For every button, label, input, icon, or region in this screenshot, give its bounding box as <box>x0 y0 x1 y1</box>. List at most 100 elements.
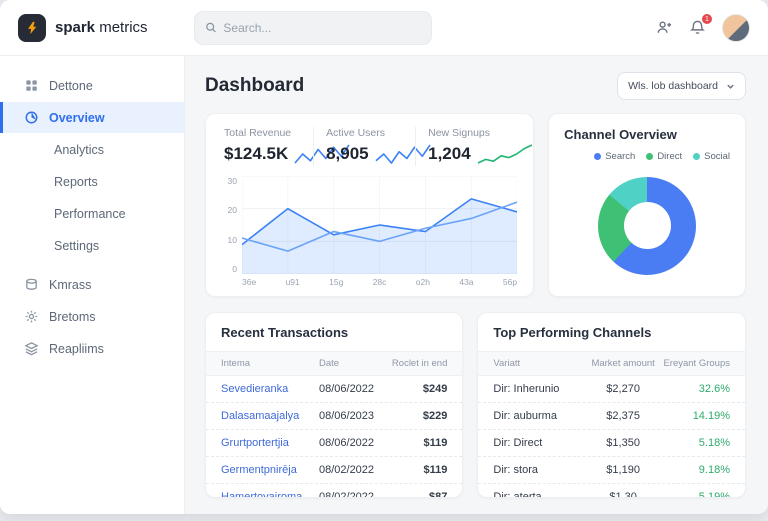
sidebar-item-overview[interactable]: Overview <box>0 102 184 133</box>
sidebar-item-reapliims[interactable]: Reapliims <box>0 333 184 364</box>
table-row: Dir: aterta $1.30 5.19% <box>478 484 745 498</box>
brand-name: spark metrics <box>55 19 148 36</box>
y-axis: 30 20 10 0 <box>222 176 242 288</box>
y-tick: 10 <box>227 234 237 245</box>
legend-dot <box>646 153 654 160</box>
transaction-amount: $249 <box>422 383 448 395</box>
notifications-button[interactable]: 1 <box>689 13 713 36</box>
channel-overview-card: Channel Overview Search Direct Social <box>548 113 746 297</box>
transaction-name-link[interactable]: Dalasamaajalya <box>221 410 319 422</box>
legend-item-social: Social <box>693 151 730 162</box>
y-tick: 20 <box>227 205 237 216</box>
channel-growth: 32.6% <box>698 383 730 395</box>
transaction-amount: $87 <box>429 491 448 498</box>
brand-logo <box>18 13 46 42</box>
channel-growth: 14.19% <box>692 410 730 422</box>
users-button[interactable] <box>656 19 673 36</box>
donut-chart <box>598 176 697 275</box>
channel-variant: Dir: aterta <box>493 491 542 498</box>
sidebar-item-label: Reapliims <box>49 341 104 356</box>
transaction-date: 08/02/2022 <box>318 491 375 498</box>
transaction-name-link[interactable]: Sevedieranka <box>221 383 319 395</box>
sidebar-item-reports[interactable]: Reports <box>0 166 184 197</box>
gear-icon <box>24 309 39 324</box>
legend-label: Social <box>704 151 730 162</box>
legend-label: Direct <box>657 151 683 162</box>
table-header-row: Intema Date Roclet in end <box>206 352 463 376</box>
x-tick: 28c <box>372 277 387 287</box>
dashboard-select[interactable]: Wls. lob dashboard <box>617 72 746 100</box>
stat-new-signups: New Signups 1,204 <box>415 127 533 166</box>
sidebar-item-dettone[interactable]: Dettone <box>0 70 184 101</box>
column-header: Roclet in end <box>391 358 448 369</box>
area-chart: 30 20 10 0 36e u91 15g 28c o2h 43a 56p <box>222 176 518 288</box>
sidebar-item-performance[interactable]: Performance <box>0 198 184 229</box>
transaction-name-link[interactable]: Hamertovairoma <box>221 491 319 497</box>
legend-item-search: Search <box>594 151 635 162</box>
pie-chart-icon <box>24 110 39 125</box>
sidebar-item-analytics[interactable]: Analytics <box>0 134 184 165</box>
column-header: Intema <box>221 358 251 369</box>
transaction-name-link[interactable]: Germentpnirēja <box>221 464 319 476</box>
channel-variant: Dir: Direct <box>493 437 543 449</box>
sidebar-item-label: Settings <box>54 238 100 253</box>
search-box[interactable] <box>193 10 432 45</box>
app-window: spark metrics 1 Dettone Overvie <box>0 0 768 514</box>
sidebar-item-settings[interactable]: Settings <box>0 230 184 261</box>
sidebar-item-label: Dettone <box>49 78 93 93</box>
sidebar-item-bretoms[interactable]: Bretoms <box>0 301 184 332</box>
table-row: Dir: Inherunio $2,270 32.6% <box>478 376 745 403</box>
brand-light: metrics <box>99 19 148 36</box>
table-row: Hamertovairoma 08/02/2022 $87 <box>206 484 462 498</box>
sidebar-item-label: Analytics <box>54 142 105 157</box>
x-tick: 43a <box>459 277 474 287</box>
channel-amount: $1.30 <box>609 491 637 498</box>
search-input[interactable] <box>223 20 421 35</box>
channel-variant: Dir: auburma <box>493 410 557 422</box>
channel-amount: $2,375 <box>606 410 640 422</box>
search-icon <box>205 22 216 33</box>
database-icon <box>24 277 39 292</box>
stat-label: Total Revenue <box>224 127 292 139</box>
y-tick: 0 <box>232 263 237 274</box>
sidebar-item-label: Bretoms <box>49 309 96 324</box>
column-header: Market amount <box>591 358 655 369</box>
notification-badge: 1 <box>701 13 713 25</box>
x-tick: 15g <box>329 277 344 287</box>
donut-legend: Search Direct Social <box>564 151 730 162</box>
grid-icon <box>24 78 39 93</box>
card-title: Recent Transactions <box>221 325 349 340</box>
channel-growth: 5.18% <box>698 437 730 449</box>
table-row: Grurtportertjia 08/06/2022 $119 <box>206 430 463 457</box>
transaction-amount: $119 <box>423 437 448 449</box>
topbar: spark metrics 1 <box>0 0 768 56</box>
main-content: Dashboard Wls. lob dashboard Total Reven… <box>185 56 768 514</box>
x-tick: 36e <box>242 277 257 287</box>
top-channels-card: Top Performing Channels Variatt Market a… <box>477 312 746 498</box>
sidebar-item-kmrass[interactable]: Kmrass <box>0 269 184 300</box>
sidebar-item-label: Reports <box>54 174 98 189</box>
sidebar-item-label: Performance <box>54 206 126 221</box>
legend-item-direct: Direct <box>646 151 682 162</box>
sidebar-item-label: Kmrass <box>49 277 92 292</box>
column-header: Date <box>318 358 340 369</box>
dashboard-select-label: Wls. lob dashboard <box>628 80 718 92</box>
table-row: Dir: Direct $1,350 5.18% <box>478 430 745 457</box>
channel-amount: $1,190 <box>606 464 640 476</box>
column-header: Variatt <box>493 358 521 369</box>
channel-growth: 9.18% <box>698 464 730 476</box>
sidebar-item-label: Overview <box>49 110 105 125</box>
table-row: Dir: stora $1,190 9.18% <box>478 457 745 484</box>
transaction-amount: $229 <box>422 410 448 422</box>
legend-dot <box>693 153 701 160</box>
channel-amount: $2,270 <box>606 383 640 395</box>
stat-value: 1,204 <box>428 144 471 163</box>
transaction-name-link[interactable]: Grurtportertjia <box>221 437 319 449</box>
x-axis-labels: 36e u91 15g 28c o2h 43a 56p <box>242 274 517 288</box>
stat-value: 8,905 <box>326 144 369 163</box>
layers-icon <box>24 341 39 356</box>
stat-label: Active Users <box>326 127 385 139</box>
transaction-date: 08/02/2022 <box>318 464 375 476</box>
avatar[interactable] <box>722 13 750 42</box>
stats-card: Total Revenue $124.5K Active Users 8,905 <box>205 113 535 297</box>
